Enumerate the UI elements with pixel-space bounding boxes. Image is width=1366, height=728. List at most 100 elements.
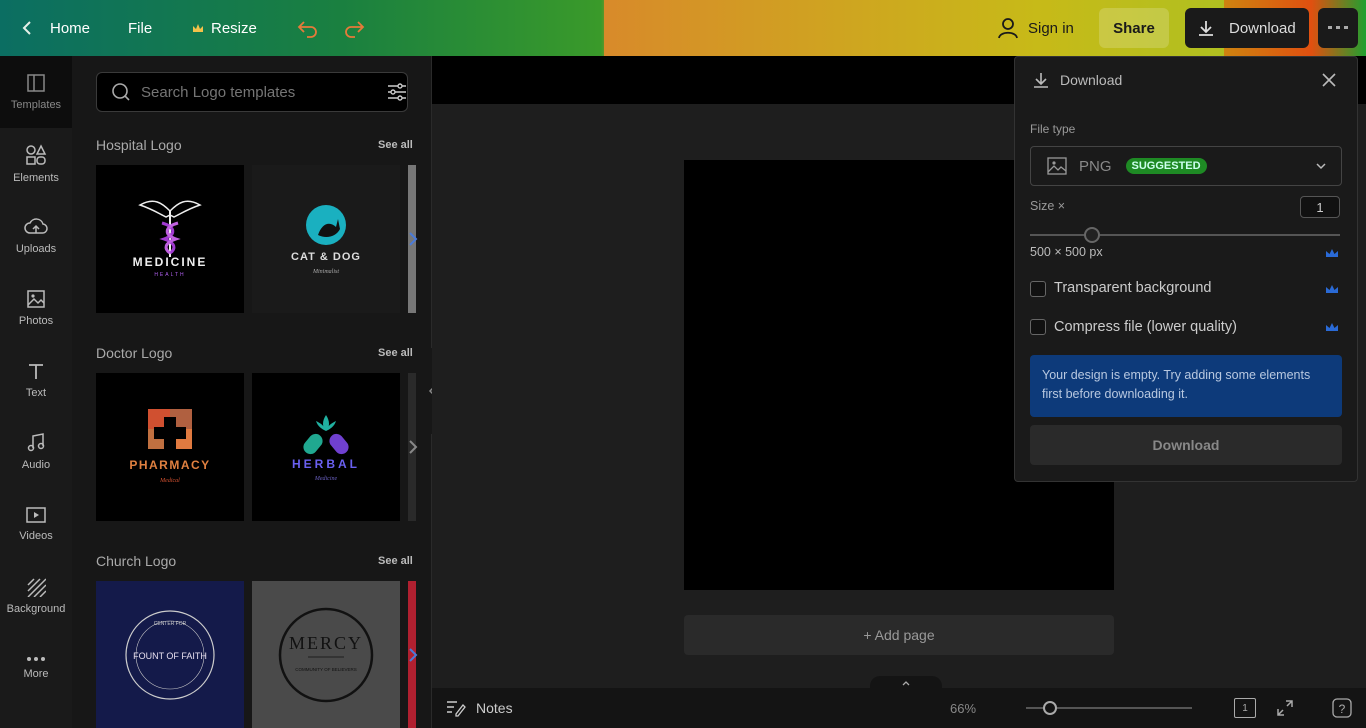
rail-label: Templates [10, 99, 62, 111]
undo-icon[interactable] [296, 16, 320, 40]
user-icon [998, 18, 1018, 39]
add-page-label: + Add page [863, 627, 935, 643]
compress-file-checkbox[interactable] [1030, 319, 1046, 335]
rail-item-more[interactable]: More [0, 632, 72, 704]
chevron-right-icon[interactable] [406, 437, 420, 457]
home-button[interactable]: Home [20, 0, 90, 56]
more-dots-icon [27, 657, 45, 661]
chevron-right-icon[interactable] [406, 645, 420, 665]
add-page-button[interactable]: + Add page [684, 615, 1114, 655]
rail-label: Elements [13, 172, 59, 184]
sign-in-button[interactable]: Sign in [998, 0, 1074, 56]
upload-cloud-icon [24, 218, 48, 234]
thumb-text: MERCY [289, 633, 363, 653]
see-all-link[interactable]: See all [378, 555, 413, 567]
rail-item-photos[interactable]: Photos [0, 272, 72, 344]
mercy-logo: MERCY COMMUNITY OF BELIEVERS [278, 607, 374, 703]
rail-label: Photos [18, 315, 54, 327]
size-slider-knob[interactable] [1084, 227, 1100, 243]
template-thumb-mercy[interactable]: MERCY COMMUNITY OF BELIEVERS [252, 581, 400, 728]
zoom-slider-knob[interactable] [1043, 701, 1057, 715]
notes-button[interactable]: Notes [446, 699, 513, 717]
thumb-subtext: HEALTH [154, 272, 185, 278]
download-top-button[interactable]: Download [1185, 8, 1309, 48]
crown-icon [1326, 249, 1338, 257]
video-icon [26, 507, 46, 523]
section-title-church: Church Logo [96, 553, 177, 569]
download-icon [1034, 73, 1048, 88]
size-slider[interactable] [1030, 227, 1340, 243]
template-thumb-cat-dog[interactable]: CAT & DOG Minimalist [252, 165, 400, 313]
cat-dog-logo: CAT & DOG Minimalist [291, 205, 360, 275]
see-all-link[interactable]: See all [378, 139, 413, 151]
fount-of-faith-logo: CENTER FOR FOUNT OF FAITH [125, 610, 215, 700]
template-thumb-pharmacy[interactable]: PHARMACY Medical [96, 373, 244, 521]
templates-icon [27, 74, 45, 92]
empty-design-text: Your design is empty. Try adding some el… [1042, 368, 1311, 401]
background-hatch-icon [27, 578, 46, 597]
fullscreen-icon[interactable] [1276, 699, 1294, 717]
rail-item-elements[interactable]: Elements [0, 128, 72, 200]
rail-item-videos[interactable]: Videos [0, 488, 72, 560]
file-type-label: File type [1030, 122, 1076, 136]
photo-icon [27, 290, 45, 308]
search-box[interactable] [96, 72, 408, 112]
rail-label: Text [25, 387, 47, 399]
rail-label: Audio [21, 459, 51, 471]
chevron-right-icon[interactable] [406, 229, 420, 249]
caduceus-logo: MEDICINE HEALTH [133, 200, 205, 278]
rail-item-uploads[interactable]: Uploads [0, 200, 72, 272]
elements-icon [26, 144, 47, 165]
search-input[interactable] [141, 83, 371, 101]
compress-file-label: Compress file (lower quality) [1054, 319, 1237, 335]
search-icon [112, 83, 130, 101]
file-type-select[interactable]: PNG SUGGESTED [1030, 146, 1342, 186]
zoom-percentage[interactable]: 66% [950, 701, 976, 716]
thumb-text: FOUNT OF FAITH [133, 651, 207, 661]
size-label: Size × [1030, 199, 1066, 213]
thumb-subtext: Medical [159, 478, 180, 484]
transparent-background-label: Transparent background [1054, 280, 1212, 296]
more-options-button[interactable] [1318, 8, 1358, 48]
resize-label: Resize [211, 19, 257, 37]
share-button[interactable]: Share [1099, 8, 1169, 48]
resize-button[interactable]: Resize [192, 0, 257, 56]
rail-item-audio[interactable]: Audio [0, 416, 72, 488]
crown-icon [1326, 323, 1338, 331]
bottom-bar: Notes 66% 1 ? [432, 688, 1366, 728]
zoom-slider[interactable] [1026, 701, 1192, 715]
help-icon[interactable]: ? [1332, 698, 1352, 718]
rail-item-text[interactable]: Text [0, 344, 72, 416]
close-icon[interactable] [1321, 72, 1337, 88]
thumb-text: PHARMACY [129, 458, 210, 472]
template-thumb-fount-of-faith[interactable]: CENTER FOR FOUNT OF FAITH [96, 581, 244, 728]
download-submit-button[interactable]: Download [1030, 425, 1342, 465]
file-menu-button[interactable]: File [128, 0, 152, 56]
image-icon [1047, 157, 1067, 175]
template-thumb-herbal[interactable]: HERBAL Medicine [252, 373, 400, 521]
download-icon [1199, 21, 1213, 36]
filter-icon[interactable] [387, 83, 407, 101]
thumb-subtext: Minimalist [312, 269, 339, 275]
template-thumb-medicine[interactable]: MEDICINE HEALTH [96, 165, 244, 313]
chevron-up-icon [902, 681, 910, 686]
page-count-button[interactable]: 1 [1234, 698, 1256, 718]
download-submit-label: Download [1152, 437, 1220, 453]
redo-icon[interactable] [342, 16, 366, 40]
rail-item-templates[interactable]: Templates [0, 56, 72, 128]
chevron-down-icon [1316, 163, 1326, 170]
home-label: Home [50, 19, 91, 37]
empty-design-notice: Your design is empty. Try adding some el… [1030, 355, 1342, 417]
rail-label: More [23, 668, 49, 680]
thumb-subtext: CENTER FOR [154, 621, 187, 627]
crown-icon [193, 24, 203, 32]
size-value: 1 [1316, 199, 1324, 215]
transparent-background-checkbox[interactable] [1030, 281, 1046, 297]
see-all-link[interactable]: See all [378, 347, 413, 359]
more-dots-icon [1328, 26, 1348, 29]
size-input[interactable]: 1 [1300, 196, 1340, 218]
rail-label: Uploads [15, 243, 57, 255]
templates-panel: Hospital Logo See all MEDICINE HEALTH CA… [72, 56, 432, 728]
side-rail: Templates Elements Uploads Photos Text A… [0, 56, 72, 728]
rail-item-background[interactable]: Background [0, 560, 72, 632]
